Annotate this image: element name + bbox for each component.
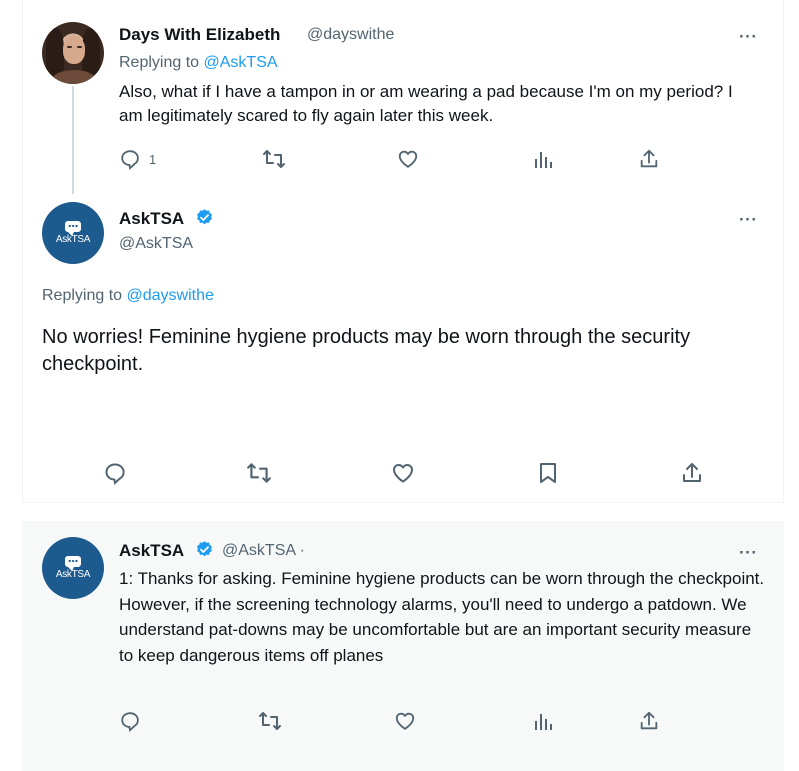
- tweet3-views-button[interactable]: [533, 710, 553, 732]
- verified-badge-icon: [197, 209, 212, 225]
- tweet2-bookmark-button[interactable]: [537, 461, 559, 485]
- thread-connector-line: [72, 86, 74, 194]
- views-icon: [535, 152, 552, 168]
- replying-prefix: Replying to: [42, 287, 127, 304]
- tweet2-like-button[interactable]: [391, 461, 415, 485]
- tweet2-more-icon[interactable]: ···: [739, 211, 757, 228]
- retweet-icon: [247, 463, 271, 483]
- views-icon: [535, 714, 552, 730]
- tweet2-author-handle[interactable]: @AskTSA: [119, 235, 193, 253]
- chat-bubble-icon: [65, 221, 81, 236]
- tweet1-views-button[interactable]: [533, 148, 553, 170]
- tweet3-text: 1: Thanks for asking. Feminine hygiene p…: [119, 569, 765, 665]
- tweet1-replying-to: Replying to @AskTSA: [119, 54, 278, 72]
- tweet3-more-icon[interactable]: ···: [739, 544, 757, 561]
- tweet1-retweet-button[interactable]: [262, 148, 286, 170]
- avatar-asktsa[interactable]: AskTSA: [42, 537, 104, 599]
- tweet3-share-button[interactable]: [638, 710, 660, 732]
- bookmark-icon: [540, 463, 556, 483]
- tweet1-share-button[interactable]: [638, 148, 660, 170]
- reply-icon: [121, 712, 139, 732]
- share-icon: [640, 711, 658, 730]
- tweet2-retweet-button[interactable]: [246, 461, 272, 485]
- tweet1-like-button[interactable]: [397, 148, 419, 170]
- like-icon: [398, 150, 418, 168]
- tweet1-author-name[interactable]: Days With Elizabeth: [119, 25, 280, 45]
- tweet1-author-handle[interactable]: @dayswithe: [307, 26, 394, 44]
- tweet2-text: No worries! Feminine hygiene products ma…: [42, 326, 691, 375]
- avatar-days-with-elizabeth[interactable]: [42, 22, 104, 84]
- tweet2-author-name[interactable]: AskTSA: [119, 209, 184, 229]
- tweet3-retweet-button[interactable]: [258, 710, 282, 732]
- verified-badge-icon: [197, 541, 212, 557]
- retweet-icon: [259, 712, 281, 730]
- tweet1-mention-link[interactable]: @AskTSA: [204, 54, 278, 71]
- like-icon: [393, 464, 413, 483]
- tweet1-reply-button[interactable]: 1: [119, 148, 156, 170]
- tweet3-author-name[interactable]: AskTSA: [119, 541, 184, 561]
- tweet2-share-button[interactable]: [680, 461, 704, 485]
- tweet1-more-icon[interactable]: ···: [739, 28, 757, 45]
- reply-icon: [121, 150, 139, 170]
- tweet3-reply-button[interactable]: [119, 710, 141, 732]
- tweet2-reply-button[interactable]: [103, 461, 127, 485]
- tweet2-mention-link[interactable]: @dayswithe: [127, 287, 214, 304]
- tweet3-like-button[interactable]: [394, 710, 416, 732]
- tweet3-author-handle[interactable]: @AskTSA ·: [222, 542, 305, 560]
- tweet1-text: Also, what if I have a tampon in or am w…: [119, 82, 733, 125]
- tweet2-replying-to: Replying to @dayswithe: [42, 287, 214, 305]
- replying-prefix: Replying to: [119, 54, 204, 71]
- like-icon: [395, 712, 415, 730]
- retweet-icon: [263, 150, 285, 168]
- reply-icon: [105, 463, 125, 485]
- chat-bubble-icon: [65, 556, 81, 571]
- share-icon: [683, 463, 701, 482]
- share-icon: [640, 149, 658, 168]
- avatar-asktsa[interactable]: AskTSA: [42, 202, 104, 264]
- tweet1-reply-count: 1: [149, 151, 157, 167]
